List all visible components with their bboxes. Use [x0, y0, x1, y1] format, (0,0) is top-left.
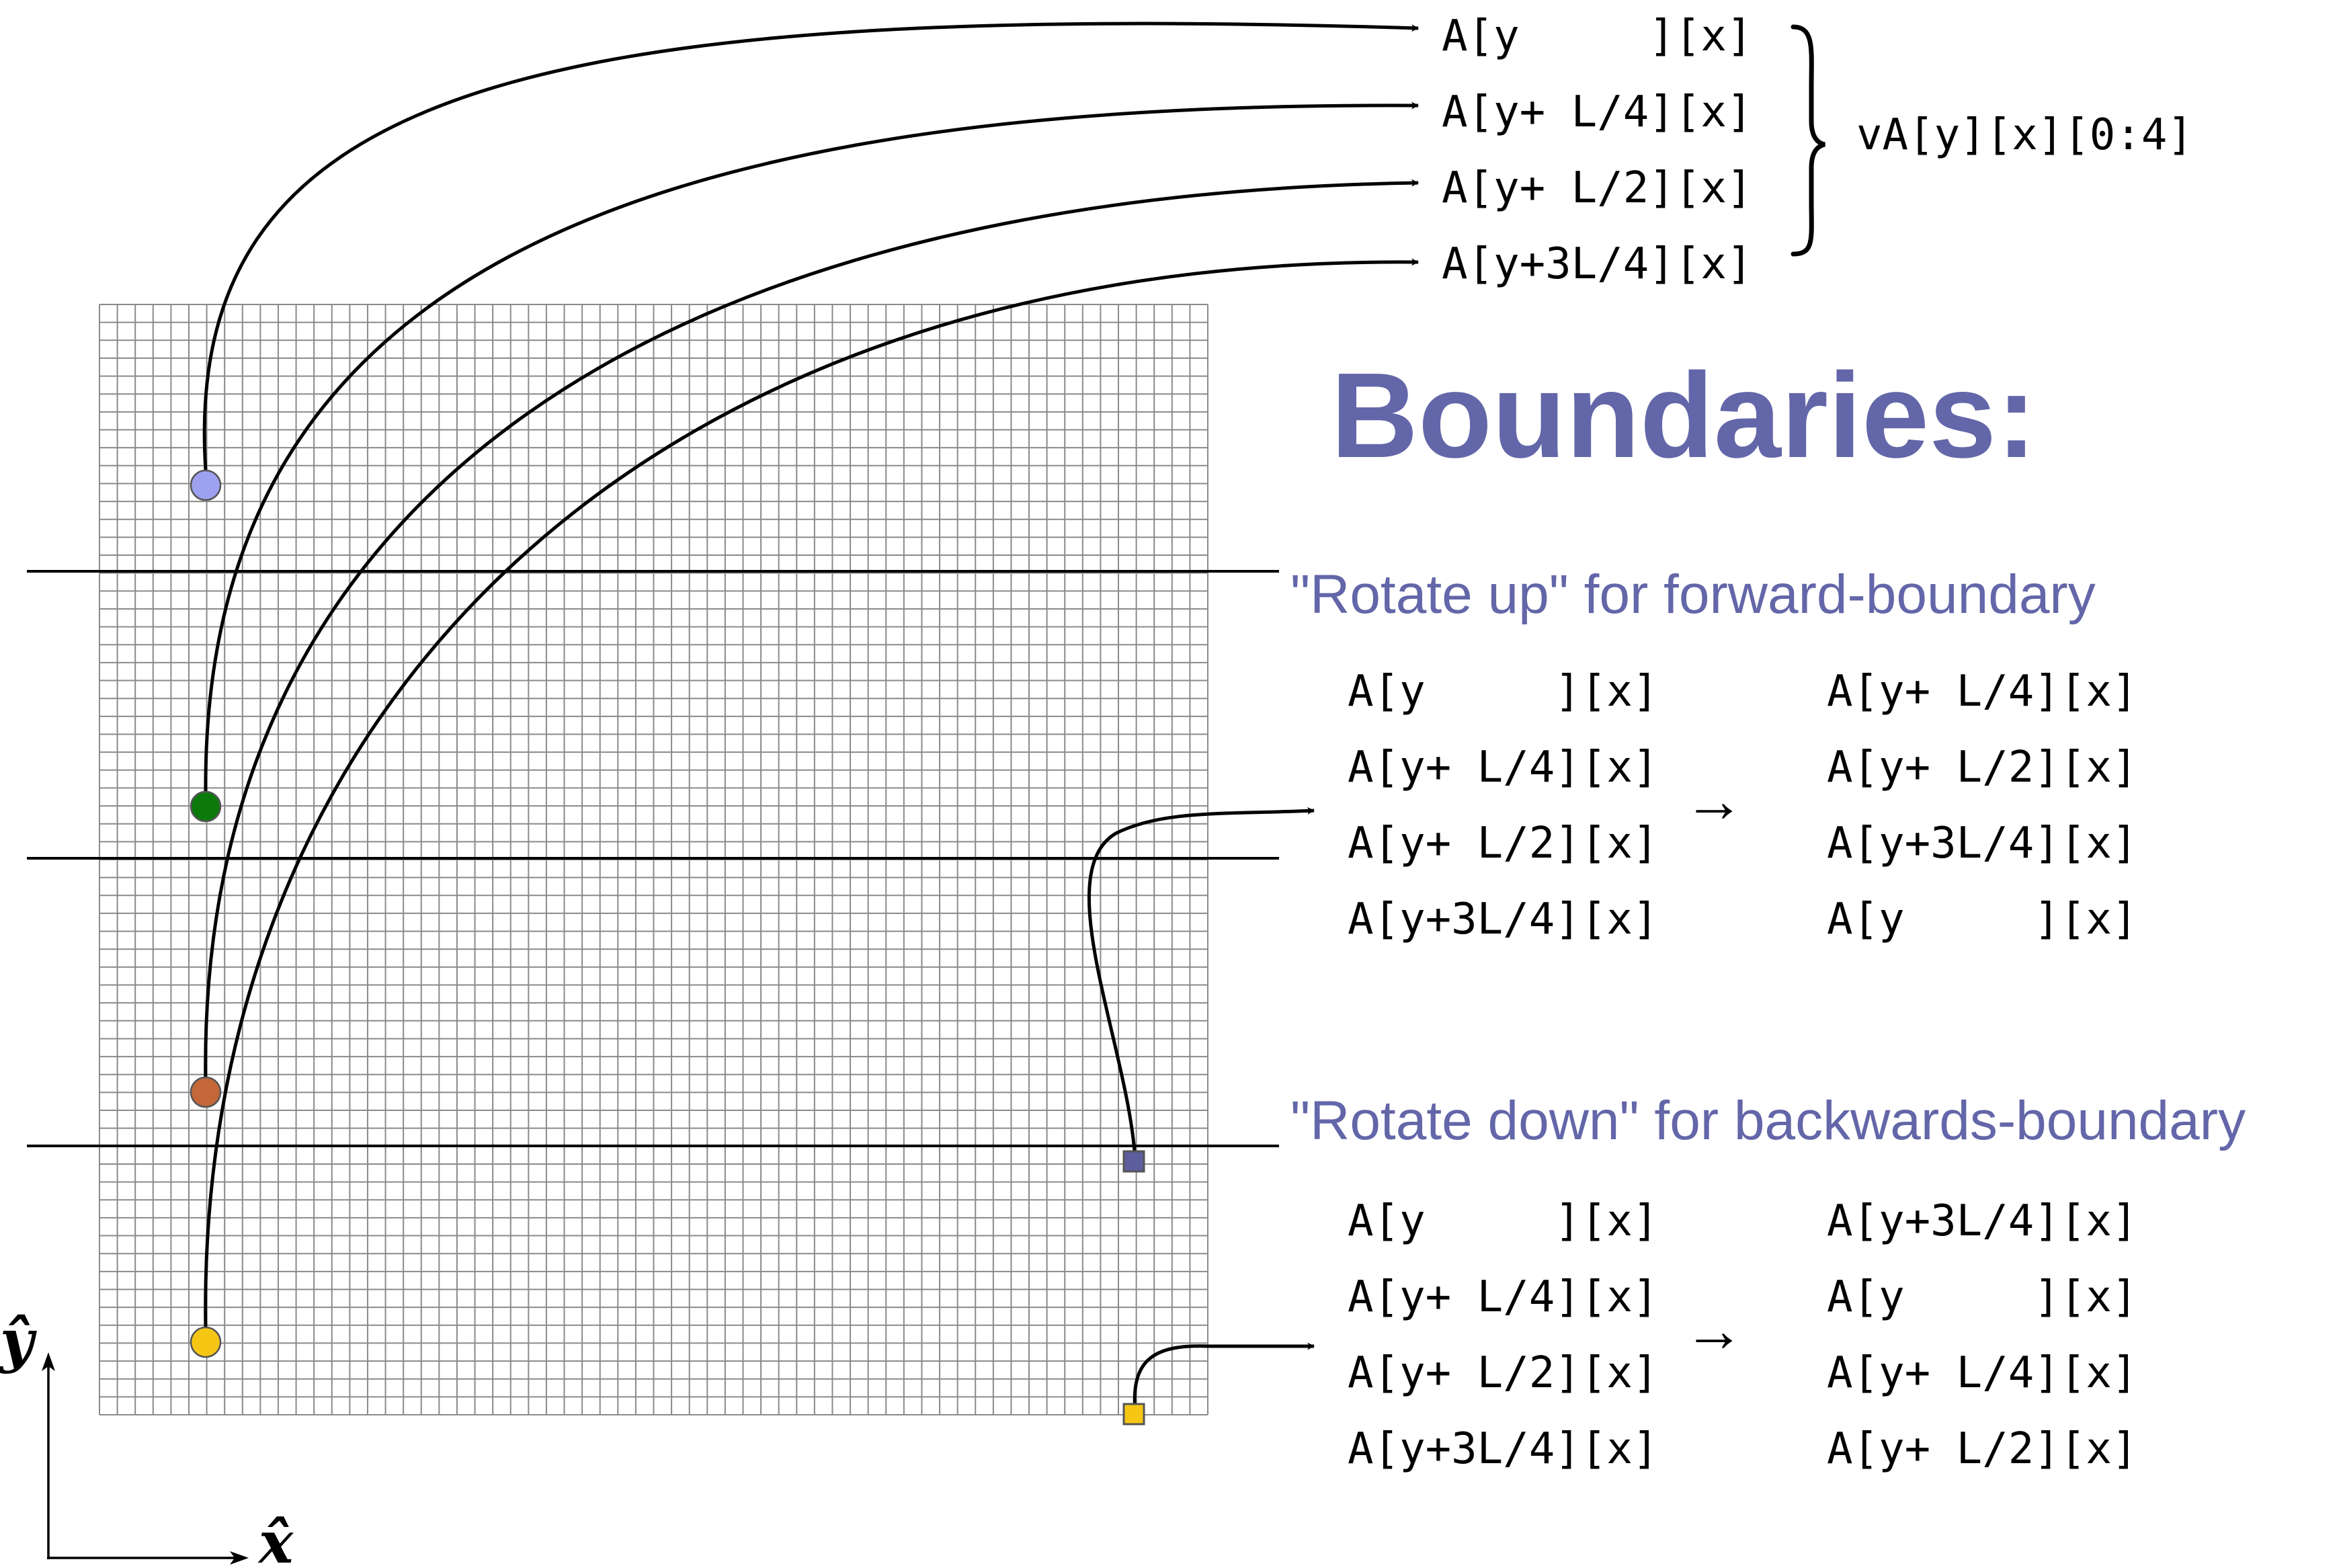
lattice-point-green — [190, 790, 222, 823]
backward-right-row-3: A[y+ L/2][x] — [1827, 1424, 2137, 1474]
forward-right-row-0: A[y+ L/4][x] — [1827, 667, 2137, 716]
backward-right-row-0: A[y+3L/4][x] — [1827, 1196, 2137, 1246]
forward-right-row-2: A[y+3L/4][x] — [1827, 819, 2137, 868]
lattice-point-yellow — [190, 1326, 222, 1358]
lattice-point-orange — [190, 1076, 222, 1108]
backward-left-row-1: A[y+ L/4][x] — [1348, 1272, 1658, 1322]
boundary-site-purple — [1122, 1150, 1145, 1173]
lattice-point-lavender — [190, 469, 222, 501]
forward-left-row-0: A[y ][x] — [1348, 667, 1658, 716]
stack-row-3: A[y+3L/4][x] — [1442, 239, 1752, 289]
backward-left-row-2: A[y+ L/2][x] — [1348, 1348, 1658, 1398]
backward-right-row-2: A[y+ L/4][x] — [1827, 1348, 2137, 1398]
x-axis-label: x̂ — [257, 1509, 294, 1568]
heading-boundaries: Boundaries: — [1331, 348, 2037, 483]
arrow-yellow-to-row-3 — [204, 258, 1420, 1331]
backward-rotate-arrow: → — [1684, 1297, 1744, 1364]
forward-right-row-1: A[y+ L/2][x] — [1827, 743, 2137, 792]
stack-row-0: A[y ][x] — [1442, 11, 1752, 61]
forward-rotate-arrow: → — [1684, 768, 1744, 835]
backward-right-row-1: A[y ][x] — [1827, 1272, 2137, 1322]
y-axis-label: ŷ — [0, 1307, 37, 1375]
boundary-site-yellow — [1122, 1403, 1145, 1426]
forward-right-row-3: A[y ][x] — [1827, 895, 2137, 944]
stack-row-2: A[y+ L/2][x] — [1442, 163, 1752, 213]
backward-left-row-3: A[y+3L/4][x] — [1348, 1424, 1658, 1474]
boundaries-diagram: A[y ][x] A[y+ L/4][x] A[y+ L/2][x] A[y+3… — [0, 11, 2246, 1568]
backward-left-row-0: A[y ][x] — [1348, 1196, 1658, 1246]
backward-boundary-title: "Rotate down" for backwards-boundary — [1290, 1090, 2246, 1151]
arrow-orange-to-row-2 — [204, 179, 1420, 1086]
forward-left-row-1: A[y+ L/4][x] — [1348, 743, 1658, 792]
forward-left-row-2: A[y+ L/2][x] — [1348, 819, 1658, 868]
forward-left-row-3: A[y+3L/4][x] — [1348, 895, 1658, 944]
forward-boundary-title: "Rotate up" for forward-boundary — [1290, 564, 2096, 625]
right-brace — [1791, 24, 1825, 257]
arrow-lavender-to-row-0 — [202, 22, 1420, 471]
arrow-green-to-row-1 — [204, 101, 1420, 794]
stack-row-1: A[y+ L/4][x] — [1442, 87, 1752, 137]
vector-label: vA[y][x][0:4] — [1856, 110, 2193, 160]
